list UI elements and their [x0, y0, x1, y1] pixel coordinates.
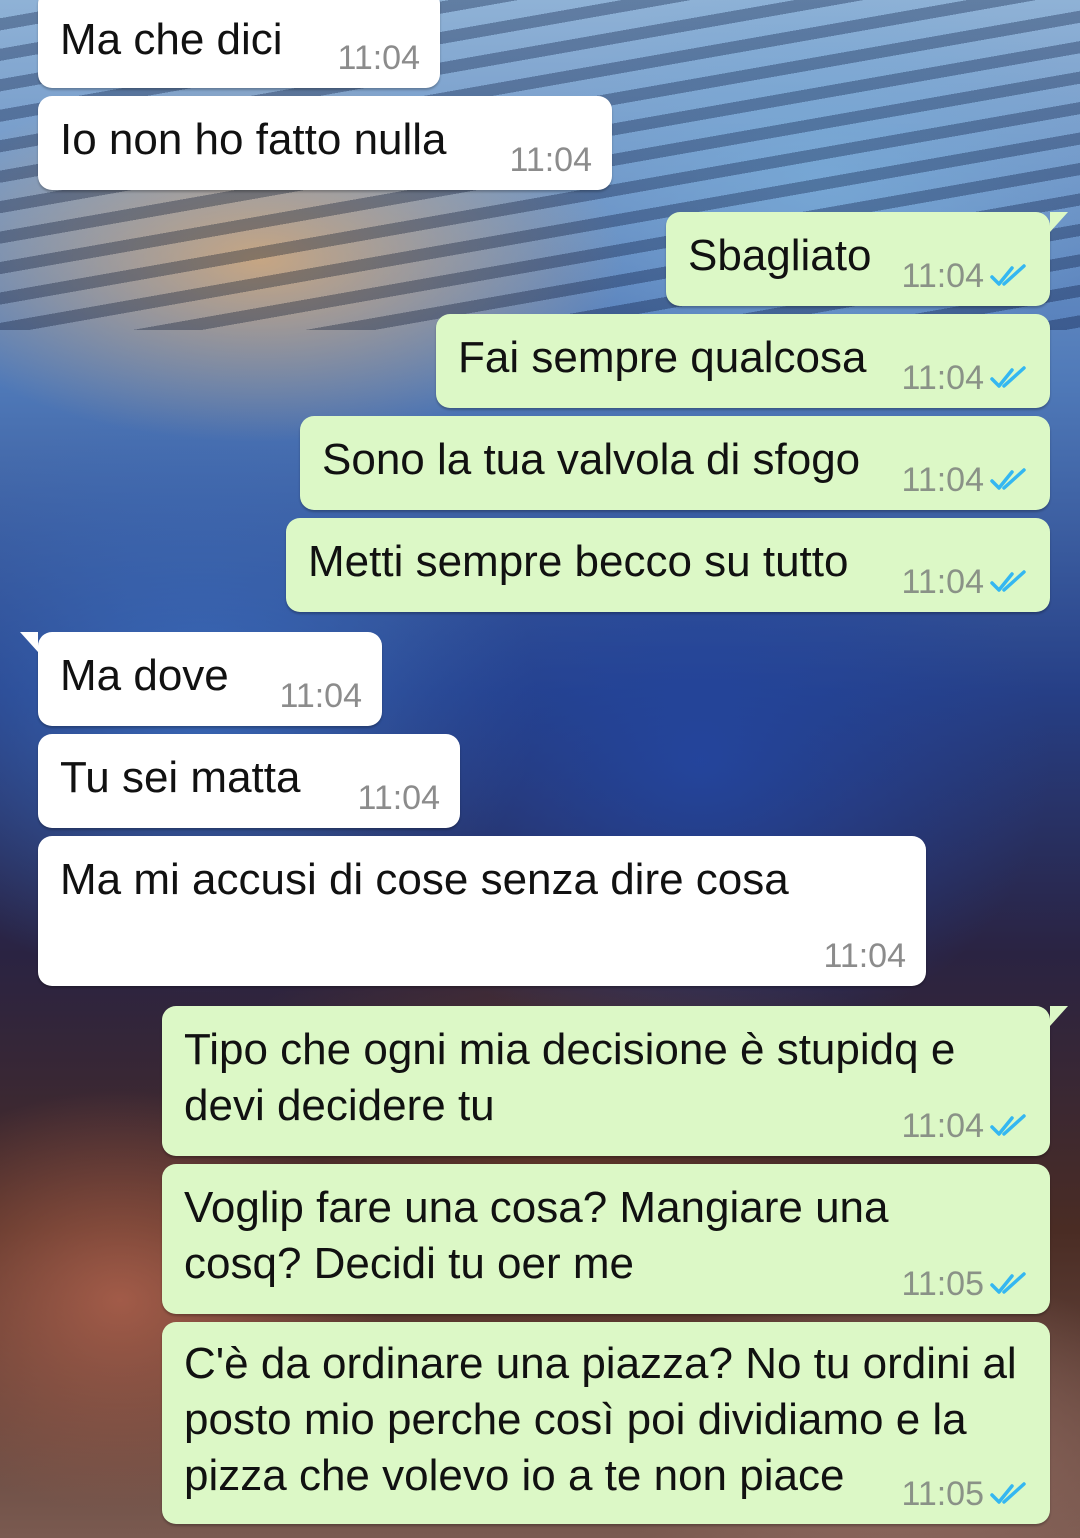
message-meta: 11:04	[337, 38, 420, 78]
message-time: 11:04	[337, 39, 420, 77]
message-bubble-incoming[interactable]: Ma mi accusi di cose senza dire cosa 11:…	[38, 836, 926, 986]
message-time: 11:04	[901, 563, 984, 601]
message-bubble-outgoing[interactable]: Sbagliato 11:04	[666, 212, 1068, 306]
message-meta: 11:04	[823, 936, 906, 976]
message-bubble-outgoing[interactable]: Metti sempre becco su tutto 11:04	[286, 518, 1050, 612]
message-meta: 11:04	[357, 778, 440, 818]
message-time: 11:05	[901, 1475, 984, 1513]
message-time: 11:04	[823, 937, 906, 975]
message-meta: 11:04	[509, 140, 592, 180]
chat-message-list[interactable]: Ma che dici 11:04 Io non ho fatto nulla …	[0, 0, 1080, 1538]
message-bubble-outgoing[interactable]: Voglip fare una cosa? Mangiare una cosq?…	[162, 1164, 1050, 1314]
message-time: 11:04	[901, 1107, 984, 1145]
read-double-check-icon	[990, 366, 1026, 388]
message-meta: 11:04	[901, 460, 1030, 500]
message-bubble-outgoing[interactable]: Fai sempre qualcosa 11:04	[436, 314, 1050, 408]
message-bubble-outgoing[interactable]: C'è da ordinare una piazza? No tu ordini…	[162, 1322, 1050, 1524]
message-time: 11:04	[901, 461, 984, 499]
message-meta: 11:04	[279, 676, 362, 716]
message-time: 11:04	[901, 257, 984, 295]
message-time: 11:05	[901, 1265, 984, 1303]
message-bubble-outgoing[interactable]: Sono la tua valvola di sfogo 11:04	[300, 416, 1050, 510]
message-time: 11:04	[509, 141, 592, 179]
message-meta: 11:04	[901, 562, 1030, 602]
read-double-check-icon	[990, 1272, 1026, 1294]
read-double-check-icon	[990, 1114, 1026, 1136]
message-bubble-incoming[interactable]: Ma che dici 11:04	[38, 0, 440, 88]
read-double-check-icon	[990, 264, 1026, 286]
message-meta: 11:04	[901, 1106, 1030, 1146]
message-time: 11:04	[279, 677, 362, 715]
message-meta: 11:05	[901, 1264, 1030, 1304]
read-double-check-icon	[990, 468, 1026, 490]
message-meta: 11:04	[901, 256, 1030, 296]
message-bubble-incoming[interactable]: Tu sei matta 11:04	[38, 734, 460, 828]
message-meta: 11:05	[901, 1474, 1030, 1514]
message-bubble-outgoing[interactable]: Tipo che ogni mia decisione è stupidq e …	[162, 1006, 1068, 1156]
read-double-check-icon	[990, 1482, 1026, 1504]
message-text: Ma mi accusi di cose senza dire cosa	[60, 855, 789, 904]
message-time: 11:04	[901, 359, 984, 397]
message-bubble-incoming[interactable]: Io non ho fatto nulla 11:04	[38, 96, 612, 190]
message-bubble-incoming[interactable]: Ma dove 11:04	[20, 632, 382, 726]
message-meta: 11:04	[901, 358, 1030, 398]
read-double-check-icon	[990, 570, 1026, 592]
message-time: 11:04	[357, 779, 440, 817]
